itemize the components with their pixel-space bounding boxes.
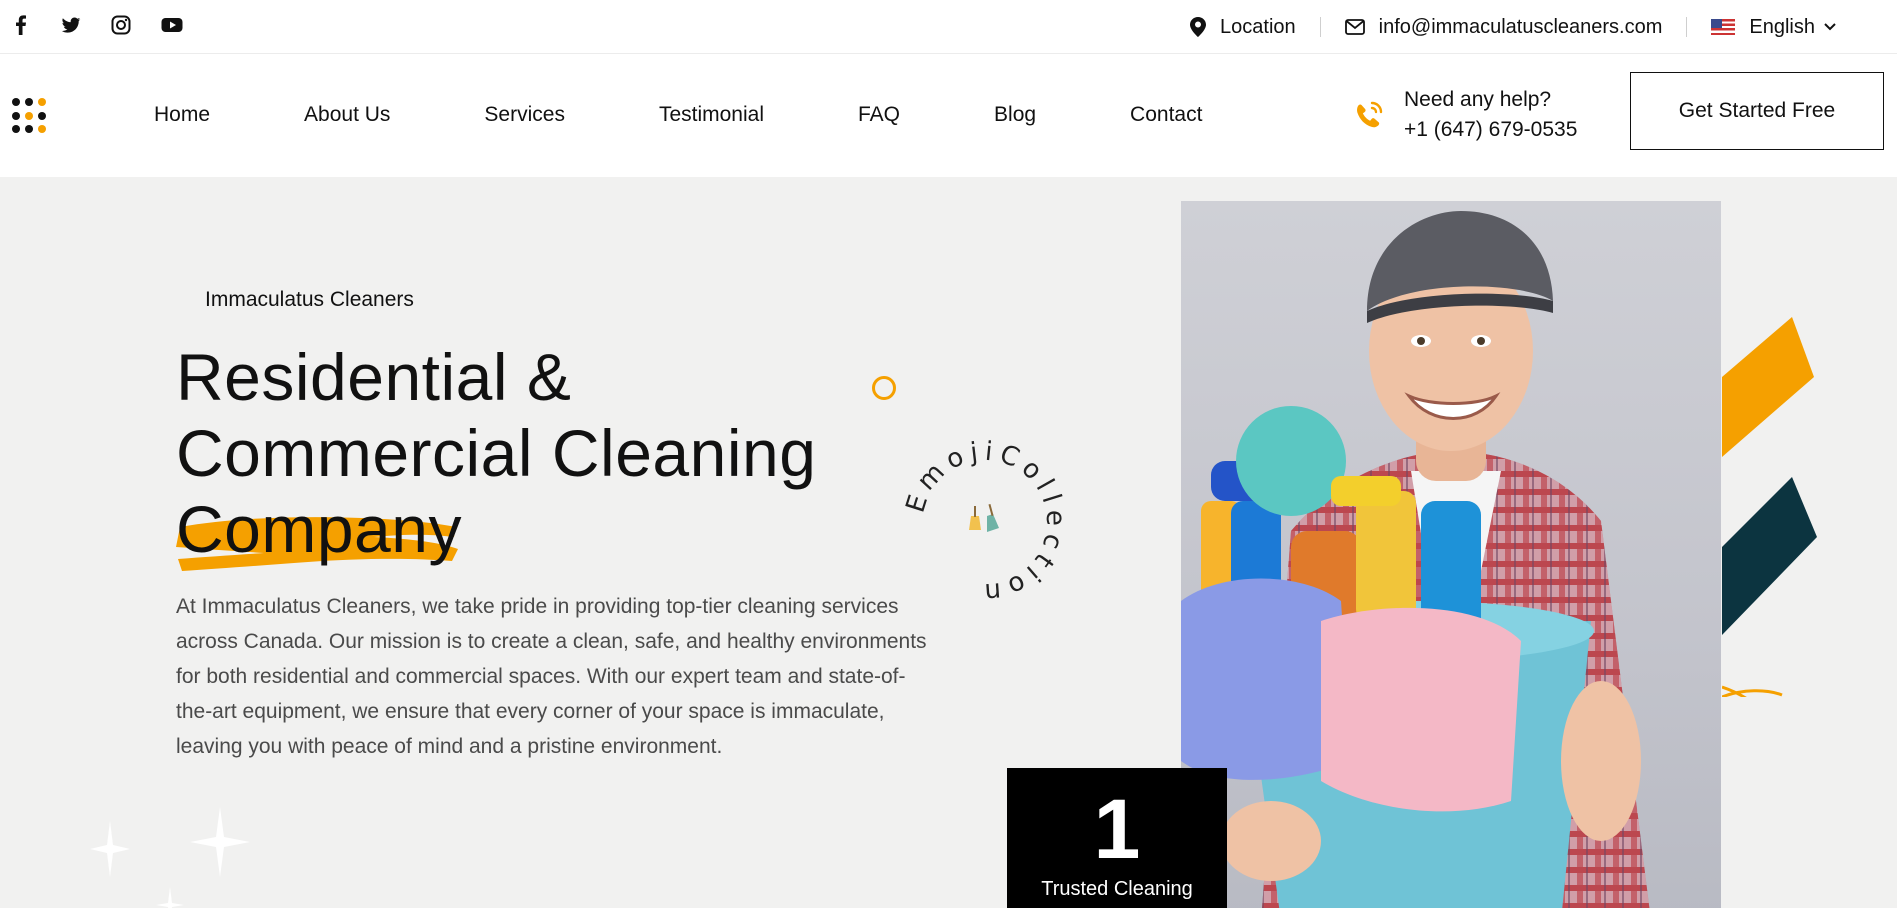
nav-item-services[interactable]: Services <box>484 103 565 127</box>
phone-ringing-icon <box>1357 101 1383 128</box>
nav-item-contact[interactable]: Contact <box>1130 103 1202 127</box>
help-contact[interactable]: Need any help? +1 (647) 679-0535 <box>1350 85 1577 145</box>
headline-highlight-text: Company <box>176 492 462 566</box>
instagram-icon[interactable] <box>110 14 132 36</box>
badge-text: EmojiCollection <box>901 437 1065 608</box>
logo-dot <box>12 125 20 134</box>
decorative-stripes <box>1722 317 1817 697</box>
nav-item-testimonial[interactable]: Testimonial <box>659 103 764 127</box>
stat-label: Trusted Cleaning <box>1041 878 1193 900</box>
headline-line-1: Residential & <box>176 340 572 414</box>
logo-dot <box>38 98 46 106</box>
mail-icon <box>1344 19 1365 35</box>
rotating-text-badge: EmojiCollection <box>901 437 1071 608</box>
youtube-icon[interactable] <box>160 14 183 36</box>
map-pin-icon <box>1190 17 1207 37</box>
nav-menu: Home About Us Services Testimonial FAQ B… <box>154 103 1296 127</box>
main-navigation: Home About Us Services Testimonial FAQ B… <box>0 55 1897 177</box>
broom-icon <box>969 503 999 532</box>
nav-item-blog[interactable]: Blog <box>994 103 1036 127</box>
location-label: Location <box>1220 15 1296 38</box>
language-label: English <box>1749 15 1815 38</box>
site-logo[interactable] <box>12 98 48 134</box>
sparkle-decoration <box>90 807 250 908</box>
email-link[interactable]: info@immaculatuscleaners.com <box>1321 16 1687 39</box>
get-started-button[interactable]: Get Started Free <box>1630 72 1884 150</box>
help-phone[interactable]: +1 (647) 679-0535 <box>1404 115 1577 145</box>
logo-dot <box>12 98 20 106</box>
top-bar: Location info@immaculatuscleaners.com En… <box>0 0 1897 54</box>
logo-dot <box>25 125 33 134</box>
decorative-ring <box>872 376 896 400</box>
us-flag-icon <box>1711 19 1736 35</box>
twitter-icon[interactable] <box>60 14 82 36</box>
language-selector[interactable]: English <box>1687 16 1861 39</box>
logo-dot <box>38 111 46 120</box>
headline-line-2: Commercial Cleaning <box>176 416 817 490</box>
logo-dot <box>12 111 20 120</box>
nav-item-faq[interactable]: FAQ <box>858 103 900 127</box>
hero-eyebrow: Immaculatus Cleaners <box>205 288 414 311</box>
logo-dot <box>38 125 46 134</box>
facebook-icon[interactable] <box>10 14 32 36</box>
hero-description: At Immaculatus Cleaners, we take pride i… <box>176 595 927 758</box>
cleaner-illustration <box>1181 211 1650 908</box>
hero-headline: Residential & Commercial Cleaning Compan… <box>176 339 817 571</box>
stat-card: 1 Trusted Cleaning <box>1007 768 1227 908</box>
logo-dot <box>25 111 33 120</box>
hero-photo-cleaner <box>1181 201 1721 908</box>
nav-item-home[interactable]: Home <box>154 103 210 127</box>
stat-number: 1 <box>1093 782 1141 876</box>
location-link[interactable]: Location <box>1166 16 1320 39</box>
help-title: Need any help? <box>1404 88 1552 111</box>
hero-section: Immaculatus Cleaners Residential & Comme… <box>0 177 1897 908</box>
chevron-down-icon <box>1824 23 1836 31</box>
svg-text:EmojiCollection: EmojiCollection <box>901 437 1071 608</box>
email-address: info@immaculatuscleaners.com <box>1378 15 1663 38</box>
headline-highlight: Company <box>176 491 462 571</box>
social-links <box>10 14 183 36</box>
top-contact-info: Location info@immaculatuscleaners.com En… <box>1166 0 1861 54</box>
nav-item-about-us[interactable]: About Us <box>304 103 390 127</box>
logo-dot <box>25 98 33 106</box>
